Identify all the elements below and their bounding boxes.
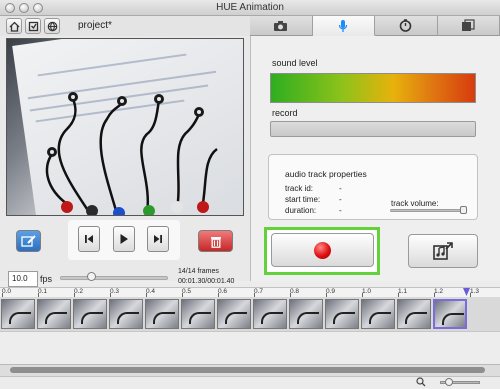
start-time-label: start time: bbox=[285, 195, 321, 204]
save-button[interactable] bbox=[25, 18, 41, 34]
title-bar: HUE Animation bbox=[0, 0, 500, 16]
frame-thumbnail[interactable] bbox=[217, 299, 251, 329]
timeline-tick-label: 0.5 bbox=[182, 288, 192, 295]
speed-slider-track[interactable] bbox=[60, 276, 168, 280]
frame-thumbnail[interactable] bbox=[145, 299, 179, 329]
track-id-value: - bbox=[339, 184, 342, 193]
zoom-slider-knob[interactable] bbox=[445, 378, 453, 386]
timeline-tick-label: 0.6 bbox=[218, 288, 228, 295]
frame-thumbnail[interactable] bbox=[181, 299, 215, 329]
home-button[interactable] bbox=[6, 18, 22, 34]
timeline-tick-label: 0.9 bbox=[326, 288, 336, 295]
zoom-icon bbox=[416, 377, 426, 387]
frame-thumbnail-image bbox=[189, 312, 211, 324]
frame-thumbnail[interactable] bbox=[1, 299, 35, 329]
skip-back-icon bbox=[85, 235, 93, 243]
timeline-tick-label: 0.2 bbox=[74, 288, 84, 295]
project-name: project* bbox=[78, 20, 112, 31]
camera-icon bbox=[274, 20, 288, 31]
track-id-label: track id: bbox=[285, 184, 314, 193]
microphone-icon bbox=[339, 19, 348, 32]
sound-level-meter bbox=[270, 73, 476, 103]
fps-label: fps bbox=[40, 274, 53, 284]
timeline-tick-label: 1.3 bbox=[470, 288, 480, 295]
properties-title: audio track properties bbox=[285, 169, 367, 179]
fps-input[interactable]: 10.0 bbox=[8, 271, 38, 287]
previous-frame-button[interactable] bbox=[78, 226, 100, 252]
track-volume-slider[interactable] bbox=[390, 209, 465, 212]
frame-thumbnail[interactable] bbox=[253, 299, 287, 329]
timeline-tick-label: 0.3 bbox=[110, 288, 120, 295]
frame-thumbnail-image bbox=[9, 312, 31, 324]
frame-thumbnail-image bbox=[369, 312, 391, 324]
track-volume-knob[interactable] bbox=[460, 206, 467, 214]
camera-preview bbox=[6, 38, 244, 216]
frame-thumbnail-image bbox=[153, 312, 175, 324]
mode-tabs bbox=[250, 16, 500, 36]
frame-thumbnail[interactable] bbox=[361, 299, 395, 329]
delete-frame-button[interactable] bbox=[198, 230, 233, 252]
speed-slider-knob[interactable] bbox=[87, 272, 96, 281]
window-title: HUE Animation bbox=[216, 2, 284, 13]
frame-thumbnail-image bbox=[225, 312, 247, 324]
duration-value: - bbox=[339, 206, 342, 215]
tab-timer[interactable] bbox=[375, 16, 438, 36]
import-music-icon bbox=[433, 242, 453, 260]
tab-gallery[interactable] bbox=[437, 16, 500, 36]
frame-thumbnail[interactable] bbox=[433, 299, 467, 329]
edit-frame-button[interactable] bbox=[16, 230, 41, 252]
timeline-tick-label: 0.1 bbox=[38, 288, 48, 295]
home-icon bbox=[9, 21, 19, 32]
timeline-tick-label: 1.0 bbox=[362, 288, 372, 295]
globe-icon bbox=[47, 21, 57, 31]
timeline-tick-label: 0.0 bbox=[2, 288, 12, 295]
skip-forward-icon bbox=[154, 235, 162, 243]
timeline-tick-label: 0.7 bbox=[254, 288, 264, 295]
frame-thumbnail[interactable] bbox=[289, 299, 323, 329]
frame-thumbnail-image bbox=[297, 312, 319, 324]
timeline-tick-label: 0.8 bbox=[290, 288, 300, 295]
frame-thumbnail-image bbox=[261, 312, 283, 324]
timeline-tick-label: 1.2 bbox=[434, 288, 444, 295]
track-volume-label: track volume: bbox=[391, 199, 439, 208]
frame-info: 14/14 frames 00:01.30/00:01.40 bbox=[178, 267, 234, 287]
time-readout: 00:01.30/00:01.40 bbox=[178, 278, 235, 285]
duration-label: duration: bbox=[285, 206, 317, 215]
frame-thumbnail-image bbox=[333, 312, 355, 324]
scrollbar-thumb[interactable] bbox=[10, 367, 485, 373]
timeline-tick-label: 0.4 bbox=[146, 288, 156, 295]
timeline-tick-label: 1.1 bbox=[398, 288, 408, 295]
frame-thumbnail-image bbox=[442, 313, 464, 325]
frame-thumbnail-image bbox=[45, 312, 67, 324]
tab-camera[interactable] bbox=[250, 16, 313, 36]
frame-thumbnail[interactable] bbox=[73, 299, 107, 329]
play-icon bbox=[120, 234, 128, 244]
timer-icon bbox=[399, 19, 412, 32]
play-button[interactable] bbox=[113, 226, 135, 252]
frame-thumbnail-image bbox=[405, 312, 427, 324]
record-progress-bar bbox=[270, 121, 476, 137]
film-gallery-icon bbox=[462, 19, 475, 31]
frame-thumbnail-image bbox=[81, 312, 103, 324]
share-button[interactable] bbox=[44, 18, 60, 34]
import-audio-button[interactable] bbox=[408, 234, 478, 268]
save-icon bbox=[28, 21, 38, 31]
sound-level-label: sound level bbox=[272, 58, 318, 68]
record-button[interactable] bbox=[271, 233, 374, 267]
frame-thumbnail[interactable] bbox=[325, 299, 359, 329]
frames-count: 14/14 frames bbox=[178, 268, 219, 275]
tab-audio[interactable] bbox=[312, 16, 375, 36]
frame-thumbnail-image bbox=[117, 312, 139, 324]
start-time-value: - bbox=[339, 195, 342, 204]
record-dot-icon bbox=[314, 241, 331, 259]
audio-track-area bbox=[0, 331, 500, 364]
next-frame-button[interactable] bbox=[147, 226, 169, 252]
frame-thumbnail[interactable] bbox=[37, 299, 71, 329]
record-label: record bbox=[272, 108, 298, 118]
trash-icon bbox=[210, 236, 221, 248]
frame-thumbnail[interactable] bbox=[397, 299, 431, 329]
webcam-cables-illustration bbox=[45, 92, 218, 215]
edit-image-icon bbox=[20, 235, 36, 247]
frame-thumbnail[interactable] bbox=[109, 299, 143, 329]
